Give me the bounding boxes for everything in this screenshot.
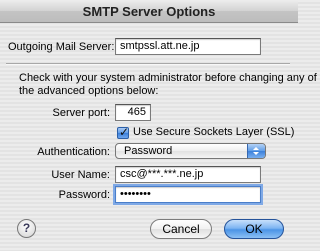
question-mark-icon[interactable]: ? (17, 219, 36, 238)
password-field[interactable]: •••••••• (115, 186, 261, 203)
user-name-field[interactable]: csc@***.***.ne.jp (115, 166, 261, 183)
server-port-field[interactable]: 465 (115, 104, 151, 121)
checkmark-icon: ✓ (119, 125, 130, 139)
cancel-button[interactable]: Cancel (150, 219, 212, 239)
server-port-label: Server port: (52, 107, 110, 119)
password-label: Password: (58, 189, 110, 201)
up-down-arrows-icon (247, 144, 265, 158)
outgoing-mail-server-field[interactable]: smtpssl.att.ne.jp (115, 38, 261, 55)
advisory-text-line-2: the advanced options below: (19, 85, 159, 97)
title-bar: SMTP Server Options (0, 0, 298, 23)
user-name-label: User Name: (51, 169, 110, 181)
ssl-checkbox[interactable]: ✓ (117, 125, 130, 139)
ok-button[interactable]: OK (224, 219, 284, 239)
authentication-label: Authentication: (37, 146, 110, 158)
ssl-checkbox-label[interactable]: Use Secure Sockets Layer (SSL) (133, 126, 294, 138)
authentication-popup-value: Password (124, 145, 173, 157)
advisory-text-line-1: Check with your system administrator bef… (19, 72, 317, 84)
outgoing-mail-server-label: Outgoing Mail Server: (8, 41, 115, 53)
window-title: SMTP Server Options (82, 4, 216, 19)
section-divider (6, 63, 290, 65)
authentication-popup[interactable]: Password (115, 143, 266, 159)
